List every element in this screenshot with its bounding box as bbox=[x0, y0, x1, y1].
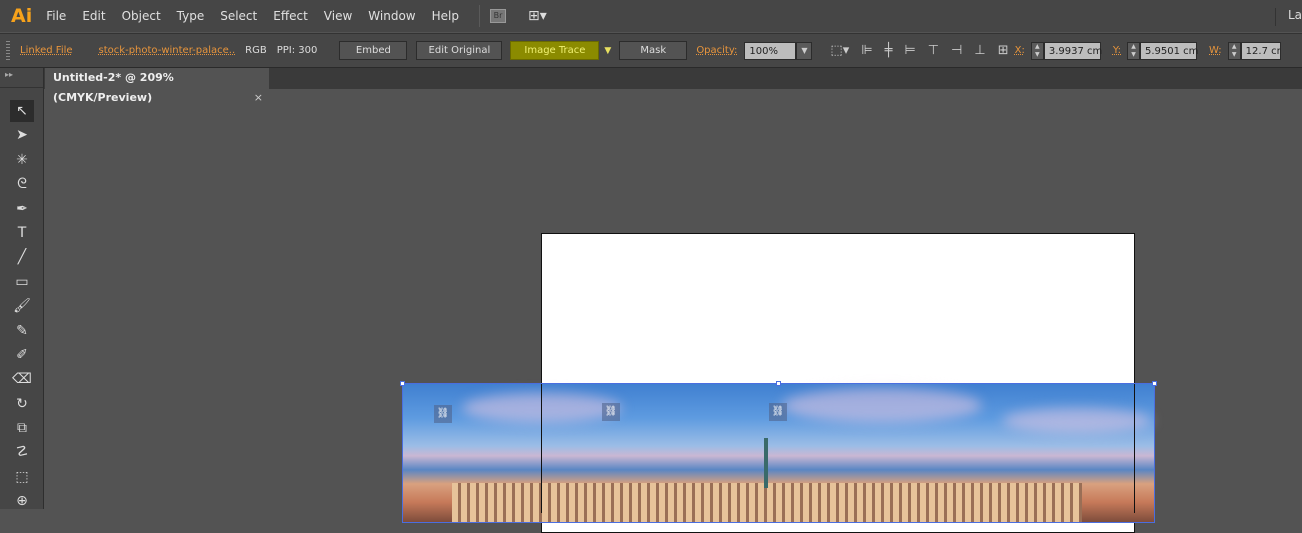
ppi: PPI: 300 bbox=[276, 45, 318, 56]
align-right-icon[interactable]: ⊨ bbox=[904, 43, 915, 58]
lasso-tool-icon[interactable]: ᘓ bbox=[10, 173, 34, 195]
opacity-label[interactable]: Opacity: bbox=[696, 45, 737, 56]
line-tool-icon[interactable]: ╱ bbox=[10, 246, 34, 268]
linked-file-link[interactable]: Linked File bbox=[20, 45, 73, 56]
opacity-dropdown-icon[interactable]: ▼ bbox=[796, 41, 813, 60]
y-stepper[interactable]: ▲ ▼ bbox=[1127, 41, 1140, 60]
align-hcenter-icon[interactable]: ╪ bbox=[885, 43, 893, 58]
resize-handle[interactable] bbox=[1152, 381, 1157, 386]
arrange-documents-icon[interactable]: ⊞▾ bbox=[528, 8, 547, 24]
divider bbox=[478, 5, 480, 27]
file-name-link[interactable]: stock-photo-winter-palace.. bbox=[99, 45, 236, 56]
tools-grip[interactable] bbox=[0, 88, 43, 100]
menu-object[interactable]: Object bbox=[122, 9, 161, 23]
image-trace-button[interactable]: Image Trace bbox=[510, 41, 600, 60]
scale-tool-icon[interactable]: ⧉ bbox=[10, 417, 34, 439]
menu-file[interactable]: File bbox=[46, 9, 66, 23]
paintbrush-tool-icon[interactable]: 🖌 bbox=[10, 295, 34, 317]
w-stepper[interactable]: ▲ ▼ bbox=[1227, 41, 1241, 60]
resize-handle[interactable] bbox=[400, 381, 405, 386]
document-tab-bar: Untitled-2* @ 209% (CMYK/Preview) × bbox=[0, 68, 1302, 104]
menu-help[interactable]: Help bbox=[432, 9, 459, 23]
link-icon: ⛓ bbox=[434, 405, 452, 423]
rotate-tool-icon[interactable]: ↻ bbox=[10, 393, 34, 415]
y-field[interactable]: 5.9501 cm bbox=[1140, 41, 1198, 60]
direct-selection-tool-icon[interactable]: ➤ bbox=[10, 124, 34, 146]
warp-tool-icon[interactable]: ☡ bbox=[10, 441, 34, 463]
align-bottom-icon[interactable]: ⊥ bbox=[974, 43, 985, 58]
app-logo: Ai bbox=[11, 5, 33, 27]
image-trace-dropdown-icon[interactable]: ▼ bbox=[604, 46, 611, 56]
type-tool-icon[interactable]: T bbox=[10, 222, 34, 244]
selection-tool-icon[interactable]: ↖ bbox=[10, 100, 34, 122]
w-field[interactable]: 12.7 cm bbox=[1240, 41, 1281, 60]
align-vcenter-icon[interactable]: ⊣ bbox=[951, 43, 962, 58]
link-icon: ⛓ bbox=[769, 403, 787, 421]
grip-handle[interactable] bbox=[6, 40, 10, 61]
menu-type[interactable]: Type bbox=[177, 9, 205, 23]
pencil-tool-icon[interactable]: ✎ bbox=[10, 320, 34, 342]
control-bar: Linked File stock-photo-winter-palace.. … bbox=[0, 33, 1302, 68]
tools-panel: ▸▸ ↖ ➤ ✳ ᘓ ✒ T ╱ ▭ 🖌 ✎ ✐ ⌫ ↻ ⧉ ☡ ⬚ ⊕ bbox=[0, 68, 44, 509]
mask-button[interactable]: Mask bbox=[619, 41, 688, 60]
menu-window[interactable]: Window bbox=[368, 9, 415, 23]
document-tab[interactable]: Untitled-2* @ 209% (CMYK/Preview) × bbox=[45, 68, 269, 104]
collapse-panel-icon[interactable]: ▸▸ bbox=[0, 68, 43, 88]
link-icon: ⛓ bbox=[602, 403, 620, 421]
document-tab-title: Untitled-2* @ 209% (CMYK/Preview) bbox=[53, 71, 174, 104]
transform-reference-icon[interactable]: ⬚▾ bbox=[830, 43, 849, 58]
reference-point-icon[interactable]: ⊞ bbox=[998, 43, 1009, 58]
blob-brush-tool-icon[interactable]: ✐ bbox=[10, 344, 34, 366]
opacity-field[interactable]: 100% bbox=[744, 41, 797, 60]
menu-select[interactable]: Select bbox=[220, 9, 257, 23]
rectangle-tool-icon[interactable]: ▭ bbox=[10, 271, 34, 293]
x-label[interactable]: X: bbox=[1015, 45, 1025, 56]
embed-button[interactable]: Embed bbox=[339, 41, 408, 60]
color-mode: RGB bbox=[245, 45, 267, 56]
menu-effect[interactable]: Effect bbox=[273, 9, 308, 23]
y-label[interactable]: Y: bbox=[1113, 45, 1121, 56]
workspace-switcher[interactable]: La bbox=[1274, 8, 1302, 26]
close-tab-button[interactable]: × bbox=[254, 88, 263, 108]
align-top-icon[interactable]: ⊤ bbox=[928, 43, 939, 58]
menu-edit[interactable]: Edit bbox=[82, 9, 105, 23]
bridge-button[interactable]: Br bbox=[489, 9, 506, 23]
menu-bar: Ai File Edit Object Type Select Effect V… bbox=[0, 0, 1302, 32]
menu-view[interactable]: View bbox=[324, 9, 352, 23]
edit-original-button[interactable]: Edit Original bbox=[416, 41, 503, 60]
eraser-tool-icon[interactable]: ⌫ bbox=[10, 368, 34, 390]
x-stepper[interactable]: ▲ ▼ bbox=[1030, 41, 1044, 60]
resize-handle[interactable] bbox=[776, 381, 781, 386]
x-field[interactable]: 3.9937 cm bbox=[1043, 41, 1102, 60]
free-transform-tool-icon[interactable]: ⬚ bbox=[10, 466, 34, 488]
w-label[interactable]: W: bbox=[1209, 45, 1222, 56]
pen-tool-icon[interactable]: ✒ bbox=[10, 198, 34, 220]
magic-wand-tool-icon[interactable]: ✳ bbox=[10, 149, 34, 171]
align-left-icon[interactable]: ⊫ bbox=[861, 43, 872, 58]
